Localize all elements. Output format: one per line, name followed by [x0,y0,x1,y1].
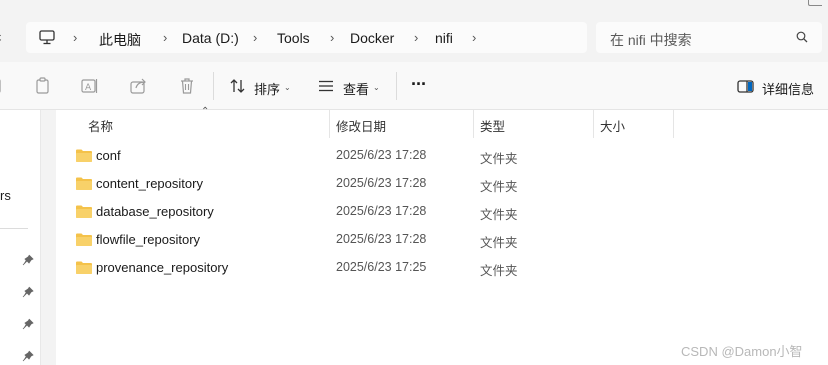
column-header-date[interactable]: 修改日期 [336,116,386,135]
sort-icon[interactable] [230,78,246,97]
rename-icon[interactable]: A [81,77,99,98]
sort-ascending-icon: ⌃ [201,106,210,117]
file-modified-date: 2025/6/23 17:25 [336,260,427,274]
sort-button[interactable]: 排序 [254,79,280,98]
column-header-size[interactable]: 大小 [600,116,625,135]
pin-icon[interactable] [22,286,34,301]
file-name[interactable]: conf [96,148,121,163]
more-options-button[interactable]: ··· [411,74,427,95]
column-resize-handle[interactable] [329,110,330,138]
file-row[interactable]: database_repository 2025/6/23 17:28 文件夹 [56,198,828,226]
column-resize-handle[interactable] [593,110,594,138]
nav-item-label-fragment[interactable]: rs [0,188,11,203]
file-type: 文件夹 [480,152,518,166]
view-button[interactable]: 查看 [343,79,369,98]
file-row[interactable]: content_repository 2025/6/23 17:28 文件夹 [56,170,828,198]
details-pane-icon[interactable] [737,80,754,96]
chevron-right-icon[interactable]: › [253,30,257,45]
nav-divider [0,228,28,229]
watermark: CSDN @Damon小智 [681,344,803,359]
file-name[interactable]: database_repository [96,204,214,219]
cut-icon[interactable] [0,77,4,98]
view-icon[interactable] [318,80,334,95]
chevron-right-icon[interactable]: › [163,30,167,45]
folder-icon [75,204,93,222]
file-name[interactable]: provenance_repository [96,260,228,275]
file-modified-date: 2025/6/23 17:28 [336,148,427,162]
breadcrumb-item-this-pc[interactable]: 此电脑 [99,30,141,50]
search-icon[interactable] [796,31,808,46]
breadcrumb-item-docker[interactable]: Docker [350,30,394,46]
address-bar-row: ε › 此电脑 › Data (D:) › Tools › Docker › n… [0,0,828,62]
file-row[interactable]: flowfile_repository 2025/6/23 17:28 文件夹 [56,226,828,254]
column-header-name[interactable]: 名称 [88,116,113,135]
window-restore-icon[interactable] [808,0,822,6]
pin-icon[interactable] [22,350,34,365]
file-modified-date: 2025/6/23 17:28 [336,232,427,246]
folder-icon [75,148,93,166]
breadcrumb-item-data-drive[interactable]: Data (D:) [182,30,239,46]
column-resize-handle[interactable] [473,110,474,138]
details-button[interactable]: 详细信息 [762,79,814,98]
file-type: 文件夹 [480,236,518,250]
breadcrumb[interactable]: › 此电脑 › Data (D:) › Tools › Docker › nif… [26,22,587,53]
chevron-right-icon[interactable]: › [472,30,476,45]
command-bar: A 排序 ⌄ 查看 ⌄ ··· 详细信息 [0,62,828,110]
svg-text:A: A [85,83,92,93]
file-row[interactable]: provenance_repository 2025/6/23 17:25 文件… [56,254,828,282]
search-input[interactable]: 在 nifi 中搜索 [596,22,822,53]
navigation-pane-scrollbar[interactable] [40,110,56,365]
chevron-down-icon[interactable]: ⌄ [284,83,291,92]
file-row[interactable]: conf 2025/6/23 17:28 文件夹 [56,142,828,170]
column-resize-handle[interactable] [673,110,674,138]
file-type: 文件夹 [480,264,518,278]
toolbar-divider [396,72,397,100]
file-name[interactable]: flowfile_repository [96,232,200,247]
computer-icon[interactable] [39,30,55,48]
chevron-right-icon[interactable]: › [73,30,77,45]
chevron-right-icon[interactable]: › [330,30,334,45]
column-header-type[interactable]: 类型 [480,116,505,135]
file-modified-date: 2025/6/23 17:28 [336,176,427,190]
pin-icon[interactable] [22,254,34,269]
refresh-icon-fragment[interactable]: ε [0,30,1,44]
delete-icon[interactable] [178,77,196,98]
folder-icon [75,232,93,250]
file-type: 文件夹 [480,180,518,194]
share-icon[interactable] [130,77,148,98]
copy-icon[interactable] [34,77,52,98]
toolbar-divider [213,72,214,100]
pin-icon[interactable] [22,318,34,333]
column-header-row: ⌃ 名称 修改日期 类型 大小 [56,106,828,138]
file-type: 文件夹 [480,208,518,222]
breadcrumb-item-tools[interactable]: Tools [277,30,310,46]
chevron-right-icon[interactable]: › [414,30,418,45]
breadcrumb-item-nifi[interactable]: nifi [435,30,453,46]
folder-icon [75,260,93,278]
file-name[interactable]: content_repository [96,176,203,191]
chevron-down-icon[interactable]: ⌄ [373,83,380,92]
search-placeholder: 在 nifi 中搜索 [610,32,692,48]
folder-icon [75,176,93,194]
file-modified-date: 2025/6/23 17:28 [336,204,427,218]
